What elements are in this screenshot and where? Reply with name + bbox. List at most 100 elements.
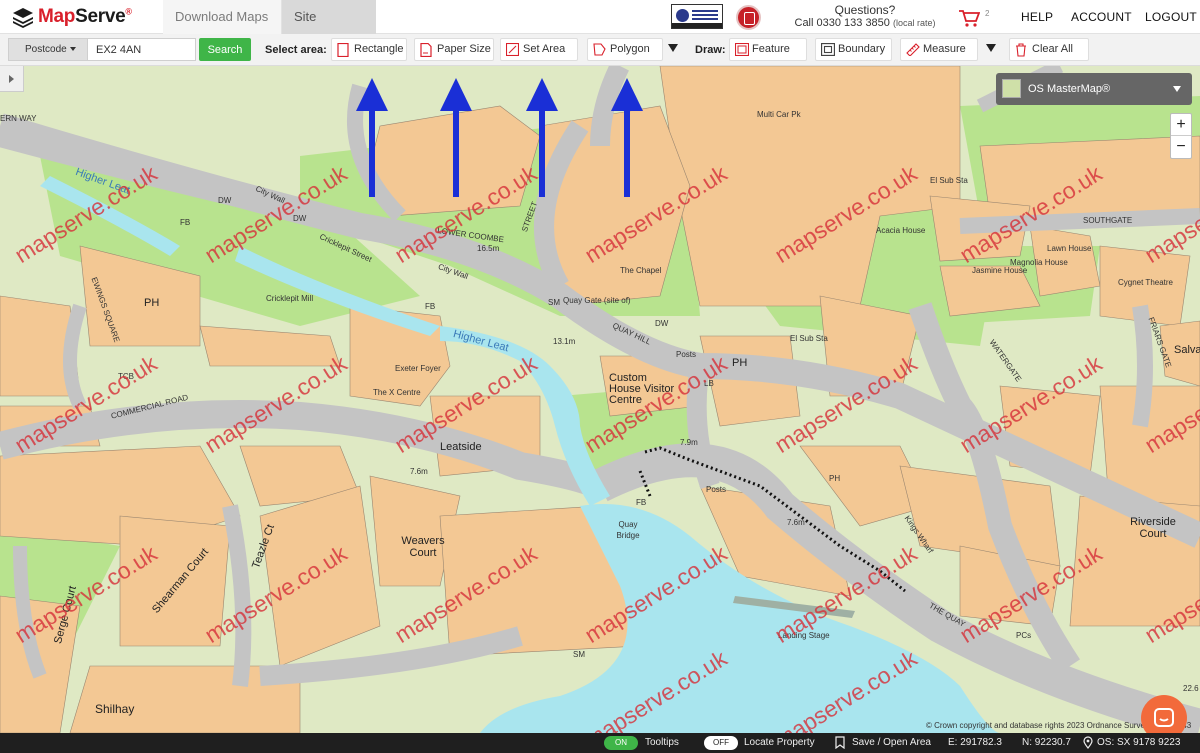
label-fb-2: FB <box>425 302 436 311</box>
label-quay-gate: Quay Gate (site of) <box>563 296 631 305</box>
label-fb-1: FB <box>180 218 191 227</box>
label-jasmine-house: Jasmine House <box>972 266 1028 275</box>
label-the-x-centre: The X Centre <box>373 388 421 397</box>
label-spot-height-7c: 7.6m <box>787 518 805 527</box>
easting-readout: E: 291782.3 <box>948 737 1002 748</box>
label-spot-height-7a: 7.6m <box>410 467 428 476</box>
search-button[interactable]: Search <box>199 38 251 61</box>
map-canvas[interactable]: Multi Car Pk El Sub Sta SOUTHGATE Acacia… <box>0 66 1200 733</box>
label-posts-2: Posts <box>706 485 727 494</box>
zoom-control: + − <box>1170 113 1192 159</box>
label-ern-way: ERN WAY <box>0 114 37 123</box>
zoom-in-button[interactable]: + <box>1171 114 1191 136</box>
select-set-area-button[interactable]: Set Area <box>500 38 578 61</box>
label-ph-2: PH <box>732 357 748 369</box>
basket-count-badge: 2 <box>985 9 990 18</box>
draw-measure-button[interactable]: Measure <box>900 38 978 61</box>
map-toolbar: Postcode Search Select area: Rectangle P… <box>0 34 1200 66</box>
trash-icon <box>1016 43 1026 57</box>
os-grid-reference: OS: SX 9178 9223 <box>1097 737 1181 748</box>
layers-logo-icon <box>13 8 33 28</box>
save-open-area-link[interactable]: Save / Open Area <box>852 737 931 748</box>
feature-icon <box>735 43 749 56</box>
draw-boundary-button[interactable]: Boundary <box>815 38 892 61</box>
location-pin-icon <box>1083 736 1093 749</box>
label-pcs: PCs <box>1016 631 1032 640</box>
label-posts-1: Posts <box>676 350 697 359</box>
label-exeter-foyer: Exeter Foyer <box>395 364 441 373</box>
caret-down-icon <box>1173 86 1181 92</box>
top-header: MapServe® Download Maps Site Analyser Qu… <box>0 0 1200 58</box>
draw-label: Draw: <box>695 44 726 56</box>
label-dw-3: DW <box>655 319 669 328</box>
draw-more-dropdown[interactable] <box>986 44 996 52</box>
label-weavers-court: Weavers Court <box>401 535 445 559</box>
label-riverside-court: Riverside Court <box>1130 516 1176 540</box>
select-area-label: Select area: <box>265 44 327 56</box>
label-el-sub-sta: El Sub Sta <box>930 176 968 185</box>
northing-readout: N: 92230.7 <box>1022 737 1071 748</box>
status-bar: ON Tooltips OFF Locate Property Save / O… <box>0 733 1200 753</box>
basket-icon[interactable] <box>958 8 980 28</box>
brand-name: MapServe® <box>38 6 132 27</box>
label-leatside: Leatside <box>440 441 482 453</box>
ordnance-survey-partner-badge <box>671 4 723 29</box>
select-paper-size-button[interactable]: Paper Size <box>414 38 494 61</box>
label-cricklepit-mill: Cricklepit Mill <box>266 294 314 303</box>
clear-all-button[interactable]: Clear All <box>1009 38 1089 61</box>
accreditation-seal-icon <box>736 5 761 30</box>
questions-label: Questions? <box>834 3 896 17</box>
set-area-icon <box>506 43 519 56</box>
polygon-icon <box>593 43 606 56</box>
logout-link[interactable]: LOGOUT <box>1145 10 1197 24</box>
draw-feature-button[interactable]: Feature <box>729 38 807 61</box>
label-spot-height-13: 13.1m <box>553 337 576 346</box>
tab-site-analyser[interactable]: Site Analyser <box>282 0 376 58</box>
paper-size-icon <box>420 43 432 57</box>
label-quay-bridge: Quay Bridge <box>616 520 640 540</box>
label-acacia-house: Acacia House <box>876 226 926 235</box>
help-link[interactable]: HELP <box>1021 10 1053 24</box>
chat-button[interactable] <box>1141 695 1187 733</box>
zoom-out-button[interactable]: − <box>1171 136 1191 158</box>
select-polygon-button[interactable]: Polygon <box>587 38 663 61</box>
chat-icon <box>1154 708 1174 727</box>
phone-note: (local rate) <box>892 18 936 28</box>
label-ph-1: PH <box>144 297 160 309</box>
locate-property-label: Locate Property <box>744 737 815 748</box>
label-spot-height-16: 16.5m <box>477 244 500 253</box>
layer-thumbnail <box>1002 79 1021 98</box>
label-salva: Salva <box>1174 344 1200 356</box>
label-ph-3: PH <box>829 474 841 483</box>
label-the-chapel: The Chapel <box>620 266 662 275</box>
label-sm-1: SM <box>548 298 560 307</box>
sidebar-expand-button[interactable] <box>0 66 24 92</box>
locate-property-toggle[interactable]: OFF <box>704 736 738 750</box>
label-cygnet-theatre: Cygnet Theatre <box>1118 278 1173 287</box>
caret-down-icon <box>69 47 76 52</box>
tooltips-label: Tooltips <box>645 737 679 748</box>
label-ref-22: 22.6 <box>1183 684 1199 693</box>
phone-number[interactable]: Call 0330 133 3850 <box>795 17 890 29</box>
tab-download-maps[interactable]: Download Maps <box>163 0 282 34</box>
select-rectangle-button[interactable]: Rectangle <box>331 38 407 61</box>
label-sm-2: SM <box>573 650 585 659</box>
boundary-icon <box>821 43 835 56</box>
label-southgate: SOUTHGATE <box>1083 216 1133 225</box>
ruler-icon <box>906 43 920 56</box>
label-el-sub-sta-2: El Sub Sta <box>790 334 828 343</box>
label-dw-1: DW <box>218 196 232 205</box>
map-layer-dropdown[interactable]: OS MasterMap® <box>996 73 1192 105</box>
rectangle-icon <box>337 43 349 57</box>
tooltips-toggle[interactable]: ON <box>604 736 638 750</box>
account-link[interactable]: ACCOUNT <box>1071 10 1132 24</box>
label-fb-3: FB <box>636 498 647 507</box>
select-area-more-dropdown[interactable] <box>668 44 678 52</box>
search-type-dropdown[interactable]: Postcode <box>8 38 88 61</box>
label-spot-height-7b: 7.9m <box>680 438 698 447</box>
label-shilhay: Shilhay <box>95 702 135 716</box>
bookmark-icon[interactable] <box>835 736 845 749</box>
postcode-search-input[interactable] <box>88 38 196 61</box>
label-multi-car-pk: Multi Car Pk <box>757 110 801 119</box>
mapserve-logo[interactable]: MapServe® <box>12 6 132 28</box>
